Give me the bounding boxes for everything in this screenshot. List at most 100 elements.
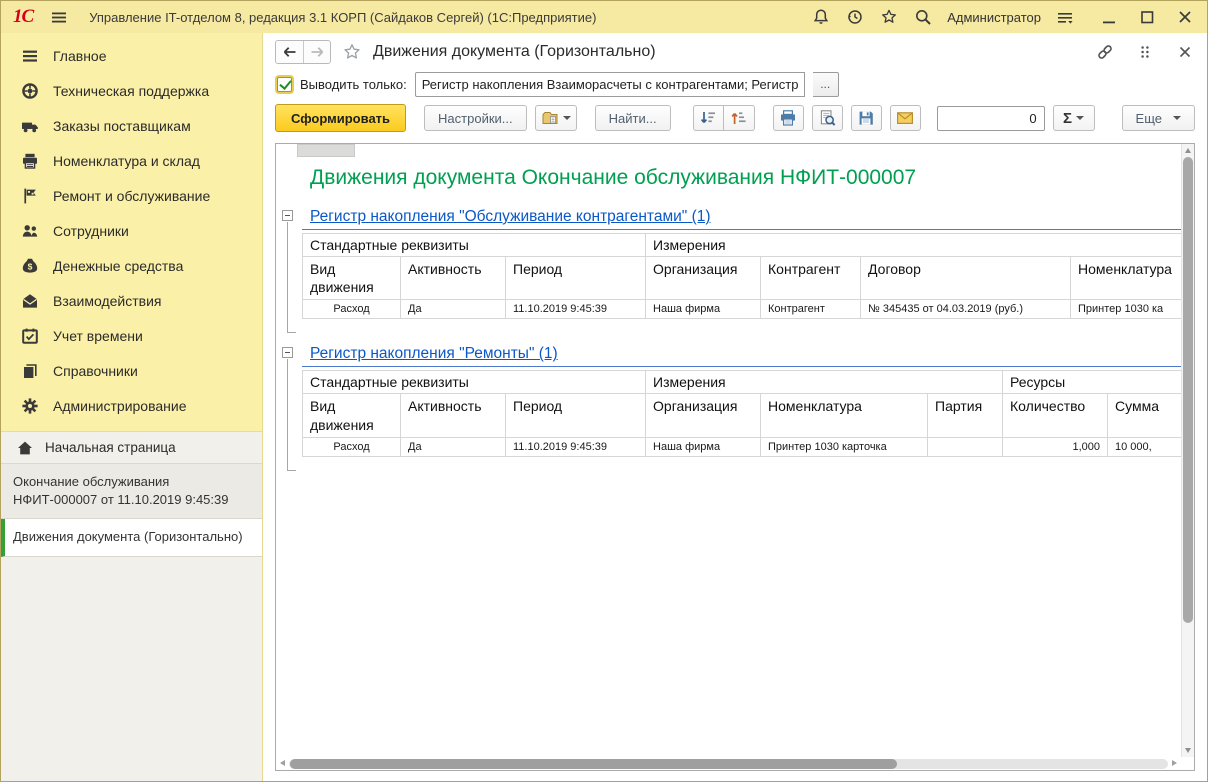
sidebar-item-administration[interactable]: Администрирование <box>1 388 262 423</box>
report-cell: Принтер 1030 карточка <box>761 437 928 456</box>
report-cell: 10 000, <box>1108 437 1181 456</box>
register-table: Стандартные реквизитыИзмеренияВид движен… <box>302 233 1181 319</box>
column-header-cell: Период <box>506 257 646 300</box>
data-row: РасходДа11.10.2019 9:45:39Наша фирмаКонт… <box>303 300 1182 319</box>
horizontal-scroll-thumb[interactable] <box>290 759 897 769</box>
current-user[interactable]: Администратор <box>947 10 1041 25</box>
register-link[interactable]: Регистр накопления "Обслуживание контраг… <box>302 206 711 229</box>
register-link[interactable]: Регистр накопления "Ремонты" (1) <box>302 343 558 366</box>
main-menu-icon[interactable] <box>1055 7 1075 27</box>
back-button[interactable] <box>276 41 303 63</box>
sidebar-item-home[interactable]: Начальная страница <box>1 431 262 464</box>
favorite-star-icon[interactable] <box>340 40 364 64</box>
grouping-tree-line <box>287 222 296 333</box>
search-icon[interactable] <box>913 7 933 27</box>
send-mail-button[interactable] <box>890 105 921 131</box>
scroll-left-icon[interactable] <box>280 760 285 766</box>
vertical-scrollbar[interactable] <box>1181 144 1194 757</box>
sidebar-item-tech-support[interactable]: Техническая поддержка <box>1 73 262 108</box>
sidebar-item-label: Техническая поддержка <box>53 83 209 99</box>
collapse-minus-button[interactable] <box>282 210 293 221</box>
filter-checkbox[interactable] <box>277 77 292 92</box>
app-window: 1С Управление IT-отделом 8, редакция 3.1… <box>0 0 1208 782</box>
window-title: Управление IT-отделом 8, редакция 3.1 КО… <box>89 10 596 25</box>
report-section: Регистр накопления "Ремонты" (1) Стандарт… <box>302 343 1181 456</box>
favorites-star-icon[interactable] <box>879 7 899 27</box>
print-button[interactable] <box>773 105 804 131</box>
printer-icon <box>21 152 39 170</box>
filter-row: Выводить только: ... <box>263 71 1207 101</box>
report-cell: Да <box>401 300 506 319</box>
maximize-button[interactable] <box>1137 7 1157 27</box>
sidebar-item-glavnoe[interactable]: Главное <box>1 38 262 73</box>
sidebar-item-label: Ремонт и обслуживание <box>53 188 210 204</box>
forward-button[interactable] <box>303 41 330 63</box>
sidebar-item-label: Администрирование <box>53 398 187 414</box>
report-variant-icon <box>541 109 559 127</box>
sidebar-item-money[interactable]: $Денежные средства <box>1 248 262 283</box>
report-cell <box>928 437 1003 456</box>
preview-icon <box>818 109 836 127</box>
collapse-groups-button[interactable] <box>693 105 724 131</box>
sidebar-item-time-tracking[interactable]: Учет времени <box>1 318 262 353</box>
close-window-button[interactable] <box>1175 7 1195 27</box>
filter-input[interactable] <box>415 72 805 97</box>
home-label: Начальная страница <box>45 440 176 455</box>
sidebar-item-repair-service[interactable]: Ремонт и обслуживание <box>1 178 262 213</box>
sidebar-item-nomenklatura-sklad[interactable]: Номенклатура и склад <box>1 143 262 178</box>
report-title: Движения документа Окончание обслуживани… <box>310 166 1181 190</box>
generate-button[interactable]: Сформировать <box>275 104 406 132</box>
window-tab-1[interactable]: Окончание обслуживания НФИТ-000007 от 11… <box>1 464 262 519</box>
more-dots-icon[interactable] <box>1135 42 1155 62</box>
horizontal-scroll-track[interactable] <box>289 759 1168 769</box>
svg-text:$: $ <box>28 261 33 271</box>
form-header: Движения документа (Горизонтально) <box>263 33 1207 71</box>
sidebar-item-references[interactable]: Справочники <box>1 353 262 388</box>
content-panel: Движения документа (Горизонтально) Вывод… <box>263 33 1207 781</box>
report-cell: Контрагент <box>761 300 861 319</box>
find-button[interactable]: Найти... <box>595 105 671 131</box>
preview-button[interactable] <box>812 105 843 131</box>
report-variants-button[interactable] <box>535 105 577 131</box>
report-cell: Да <box>401 437 506 456</box>
scroll-down-icon[interactable] <box>1185 748 1191 753</box>
history-icon[interactable] <box>845 7 865 27</box>
close-form-icon[interactable] <box>1175 42 1195 62</box>
sidebar-item-interactions[interactable]: Взаимодействия <box>1 283 262 318</box>
report-cell: 11.10.2019 9:45:39 <box>506 437 646 456</box>
column-header-cell: Организация <box>646 257 761 300</box>
open-windows-tabs: Окончание обслуживания НФИТ-000007 от 11… <box>1 464 262 557</box>
report-cell: № 345435 от 04.03.2019 (руб.) <box>861 300 1071 319</box>
hamburger-menu-icon[interactable] <box>49 7 69 27</box>
horizontal-scrollbar[interactable] <box>276 757 1181 770</box>
filter-choose-button[interactable]: ... <box>813 72 839 97</box>
collapse-minus-button[interactable] <box>282 347 293 358</box>
column-header-cell: Номенклатура <box>761 394 928 437</box>
group-header-cell: Стандартные реквизиты <box>303 234 646 257</box>
sidebar-item-supplier-orders[interactable]: Заказы поставщикам <box>1 108 262 143</box>
notifications-bell-icon[interactable] <box>811 7 831 27</box>
sum-button[interactable]: Σ <box>1053 105 1095 131</box>
register-table: Стандартные реквизитыИзмеренияРесурсыВид… <box>302 370 1181 456</box>
report-cell: Принтер 1030 ка <box>1071 300 1181 319</box>
scroll-right-icon[interactable] <box>1172 760 1177 766</box>
report-viewport: Движения документа Окончание обслуживани… <box>276 144 1181 757</box>
column-header-cell: Количество <box>1003 394 1108 437</box>
more-button[interactable]: Еще <box>1122 105 1195 131</box>
column-header-cell: Активность <box>401 257 506 300</box>
scroll-up-icon[interactable] <box>1185 148 1191 153</box>
window-tab-2[interactable]: Движения документа (Горизонтально) <box>1 519 262 556</box>
column-header-cell: Вид движения <box>303 394 401 437</box>
autosum-field[interactable] <box>937 106 1045 131</box>
group-header-cell: Измерения <box>646 234 1181 257</box>
expand-groups-button[interactable] <box>724 105 755 131</box>
get-link-icon[interactable] <box>1095 42 1115 62</box>
save-button[interactable] <box>851 105 882 131</box>
vertical-scroll-thumb[interactable] <box>1183 157 1193 623</box>
settings-button[interactable]: Настройки... <box>424 105 527 131</box>
spreadsheet-corner <box>297 144 355 157</box>
1c-logo: 1С <box>13 6 33 28</box>
sidebar-item-employees[interactable]: Сотрудники <box>1 213 262 248</box>
minimize-button[interactable] <box>1099 7 1119 27</box>
sidebar-item-label: Сотрудники <box>53 223 129 239</box>
